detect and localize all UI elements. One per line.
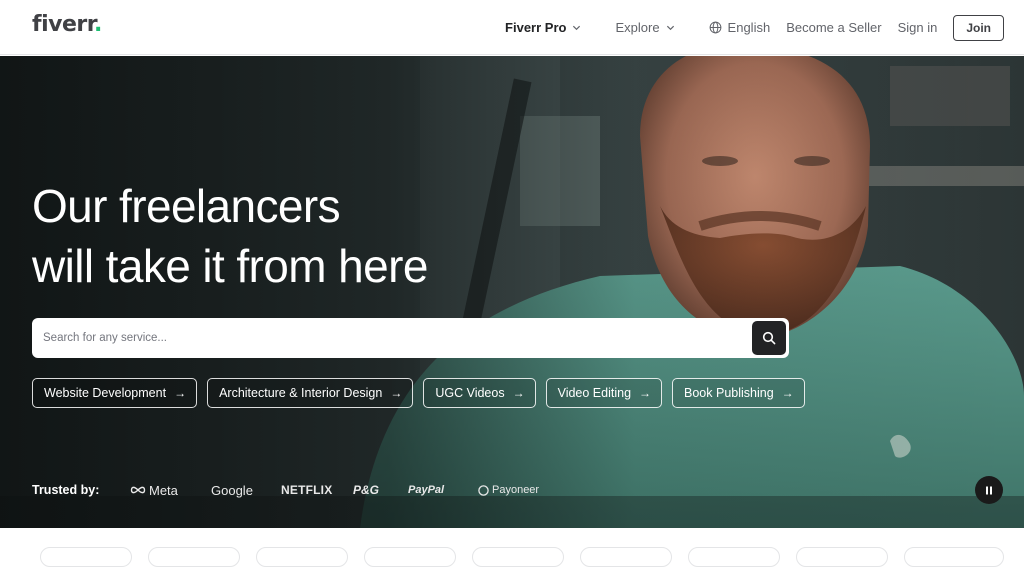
nav-fiverr-pro[interactable]: Fiverr Pro (497, 0, 589, 55)
arrow-right-icon: → (174, 386, 187, 400)
brand-payoneer-label: Payoneer (492, 484, 540, 496)
main-nav: Fiverr Pro Explore English Become a Sell… (497, 0, 1004, 55)
service-pill-label: Video Editing (557, 386, 632, 400)
popular-services: Website Development → Architecture & Int… (32, 378, 805, 408)
category-card[interactable] (256, 547, 348, 567)
category-card[interactable] (904, 547, 1004, 567)
category-card[interactable] (472, 547, 564, 567)
arrow-right-icon: → (512, 386, 525, 400)
hero-headline-line-2: will take it from here (32, 240, 428, 292)
hero-headline-line-1: Our freelancers (32, 180, 341, 232)
search-input[interactable] (32, 318, 752, 358)
service-pill-video-editing[interactable]: Video Editing → (545, 378, 663, 408)
nav-become-seller-label: Become a Seller (786, 20, 882, 35)
service-pill-label: UGC Videos (435, 386, 505, 400)
chevron-down-icon (666, 25, 674, 31)
service-pill-label: Architecture & Interior Design (219, 386, 383, 400)
brand-netflix: NETFLIX (281, 483, 333, 497)
arrow-right-icon: → (390, 386, 403, 400)
category-card[interactable] (580, 547, 672, 567)
nav-become-seller[interactable]: Become a Seller (778, 0, 889, 55)
service-pill-website-development[interactable]: Website Development → (32, 378, 198, 408)
video-pause-button[interactable] (975, 476, 1003, 504)
nav-language-label: English (727, 20, 771, 35)
nav-explore[interactable]: Explore (607, 0, 682, 55)
brand-pg: P&G (353, 483, 380, 497)
category-cards-strip (0, 528, 1024, 567)
category-card[interactable] (796, 547, 888, 567)
pause-icon (986, 486, 992, 494)
service-pill-architecture-interior-design[interactable]: Architecture & Interior Design → (207, 378, 414, 408)
logo-text: fiverr (32, 12, 94, 37)
brand-google: Google (211, 482, 253, 498)
nav-language[interactable]: English (701, 0, 779, 55)
service-pill-label: Book Publishing (684, 386, 774, 400)
category-card[interactable] (364, 547, 456, 567)
brand-paypal: PayPal (408, 484, 445, 496)
nav-explore-label: Explore (615, 20, 660, 35)
meta-infinity-icon (130, 486, 146, 494)
category-card[interactable] (40, 547, 132, 567)
top-navigation-bar: fiverr. Fiverr Pro Explore English Becom… (0, 0, 1024, 55)
arrow-right-icon: → (781, 386, 794, 400)
category-card[interactable] (148, 547, 240, 567)
fiverr-logo[interactable]: fiverr. (32, 12, 102, 37)
service-pill-book-publishing[interactable]: Book Publishing → (672, 378, 805, 408)
search-icon (762, 331, 776, 345)
trusted-by-row: Trusted by: Meta Google NETFLIX P&G PayP… (32, 480, 539, 500)
brand-meta: Meta (130, 483, 211, 498)
logo-dot: . (93, 12, 102, 37)
hero-headline: Our freelancers will take it from here (32, 176, 552, 296)
brand-meta-label: Meta (149, 482, 178, 498)
globe-icon (709, 21, 721, 34)
join-button[interactable]: Join (953, 14, 1004, 41)
brand-payoneer: Payoneer (478, 484, 539, 496)
nav-sign-in[interactable]: Sign in (890, 0, 946, 55)
category-card[interactable] (688, 547, 780, 567)
service-pill-ugc-videos[interactable]: UGC Videos → (423, 378, 536, 408)
hero-section: Our freelancers will take it from here W… (0, 56, 1024, 528)
payoneer-circle-icon (478, 484, 489, 496)
search-bar (32, 318, 789, 358)
chevron-down-icon (573, 25, 581, 31)
nav-fiverr-pro-label: Fiverr Pro (505, 20, 567, 35)
arrow-right-icon: → (639, 386, 652, 400)
trusted-by-label: Trusted by: (32, 483, 100, 497)
search-button[interactable] (752, 321, 786, 355)
service-pill-label: Website Development (44, 386, 167, 400)
nav-sign-in-label: Sign in (897, 20, 938, 35)
